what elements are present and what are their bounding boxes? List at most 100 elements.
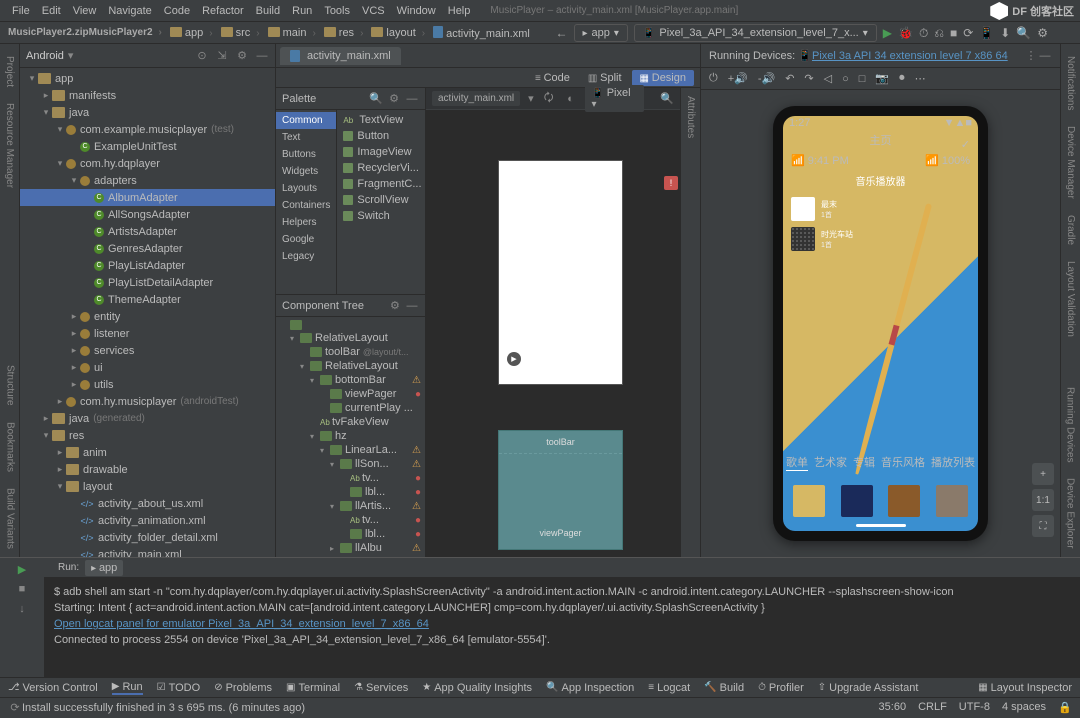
ctree-bottombar[interactable]: ▾bottomBar⚠ [276, 373, 425, 387]
palette-cat-helpers[interactable]: Helpers [276, 214, 336, 231]
run-icon[interactable]: ▶ [883, 26, 892, 40]
emu-home-icon[interactable]: ○ [842, 73, 849, 85]
avd-icon[interactable]: 📱 [979, 26, 994, 40]
palette-hide-icon[interactable]: — [405, 92, 419, 106]
menu-edit[interactable]: Edit [36, 5, 67, 17]
ctree-llson---[interactable]: ▾llSon...⚠ [276, 457, 425, 471]
crumb-res[interactable]: res [320, 27, 368, 39]
ctree-lbl---[interactable]: lbl...● [276, 527, 425, 541]
emu-overview-icon[interactable]: □ [859, 73, 866, 85]
palette-cat-buttons[interactable]: Buttons [276, 146, 336, 163]
bt-app-quality[interactable]: ★App Quality Insights [422, 682, 532, 694]
menu-file[interactable]: File [6, 5, 36, 17]
song-item-1[interactable]: 最末1首 [783, 194, 978, 224]
tree-item-activity-main-xml[interactable]: activity_main.xml [20, 546, 275, 557]
palette-item-scrollview[interactable]: ScrollView [337, 192, 427, 208]
night-icon-icon[interactable]: ◐ [564, 92, 578, 106]
menu-window[interactable]: Window [391, 5, 442, 17]
bt-problems[interactable]: ⊘Problems [214, 682, 272, 694]
tree-item-activity-about-us-xml[interactable]: activity_about_us.xml [20, 495, 275, 512]
run-stop-icon[interactable]: ■ [15, 582, 29, 596]
menu-code[interactable]: Code [158, 5, 196, 17]
tree-item-allsongsadapter[interactable]: AllSongsAdapter [20, 206, 275, 223]
tree-item-playlistdetailadapter[interactable]: PlayListDetailAdapter [20, 274, 275, 291]
tree-item-layout[interactable]: ▾layout [20, 478, 275, 495]
bt-profiler[interactable]: ⏱Profiler [758, 682, 804, 694]
palette-cat-text[interactable]: Text [276, 129, 336, 146]
rail-running-devices[interactable]: Running Devices [1065, 387, 1076, 463]
palette-cat-layouts[interactable]: Layouts [276, 180, 336, 197]
settings-icon[interactable]: ⚙ [235, 49, 249, 63]
zoom-in-icon[interactable]: + [1032, 463, 1054, 485]
album-cover[interactable] [793, 485, 825, 517]
status-cursor[interactable]: 35:60 [879, 701, 907, 715]
settings-icon[interactable]: ⚙ [1037, 26, 1048, 40]
emu-voldown-icon[interactable]: -🔊 [758, 72, 775, 85]
view-design[interactable]: ▦ Design [632, 70, 694, 86]
emu-screenshot-icon[interactable]: 📷 [875, 72, 889, 85]
layout-blueprint[interactable]: toolBar viewPager [498, 430, 623, 550]
run-config-dropdown[interactable]: ▸ app ▾ [574, 24, 628, 42]
editor-tab-active[interactable]: activity_main.xml [280, 47, 401, 65]
tree-item-manifests[interactable]: ▸manifests [20, 87, 275, 104]
tree-item-artistsadapter[interactable]: ArtistsAdapter [20, 223, 275, 240]
status-encoding[interactable]: UTF-8 [959, 701, 990, 715]
tree-item-com-hy-dqplayer[interactable]: ▾com.hy.dqplayer [20, 155, 275, 172]
bt-services[interactable]: ⚗Services [354, 682, 408, 694]
menu-navigate[interactable]: Navigate [102, 5, 157, 17]
bt-run[interactable]: ▶Run [112, 681, 143, 695]
menu-refactor[interactable]: Refactor [196, 5, 250, 17]
status-eol[interactable]: CRLF [918, 701, 947, 715]
run-down-icon[interactable]: ↓ [15, 602, 29, 616]
rail-bookmarks[interactable]: Bookmarks [5, 422, 16, 472]
palette-cat-legacy[interactable]: Legacy [276, 248, 336, 265]
palette-items[interactable]: AbTextViewButtonImageViewRecyclerVi...Fr… [337, 110, 427, 294]
palette-item-button[interactable]: Button [337, 128, 427, 144]
tree-item-listener[interactable]: ▸listener [20, 325, 275, 342]
status-lock-icon[interactable]: 🔒 [1058, 701, 1072, 715]
crumb-main[interactable]: main [264, 27, 320, 39]
song-item-2[interactable]: 时光车站1首 [783, 224, 978, 254]
profile-icon[interactable]: ⏱ [919, 26, 928, 41]
attach-icon[interactable]: ⎌ [934, 26, 944, 41]
ctree-hide-icon[interactable]: — [405, 299, 419, 313]
crumb-file[interactable]: activity_main.xml [429, 26, 534, 40]
run-output[interactable]: $ adb shell am start -n "com.hy.dqplayer… [44, 578, 1080, 677]
rail-notifications[interactable]: Notifications [1065, 56, 1076, 110]
palette-item-recyclervi...[interactable]: RecyclerVi... [337, 160, 427, 176]
menu-view[interactable]: View [67, 5, 103, 17]
tree-item-app[interactable]: ▾app [20, 70, 275, 87]
crumb-layout[interactable]: layout [367, 27, 429, 39]
attributes-rail[interactable]: Attributes [680, 88, 700, 557]
ctree-hz[interactable]: ▾hz [276, 429, 425, 443]
canvas-device-dd[interactable]: 📱 Pixel ▾ [585, 85, 644, 112]
tree-item-com-example-musicplayer[interactable]: ▾com.example.musicplayer(test) [20, 121, 275, 138]
tree-item-java[interactable]: ▸java(generated) [20, 410, 275, 427]
zoom-fit-icon[interactable]: 1:1 [1032, 489, 1054, 511]
rail-device-manager[interactable]: Device Manager [1065, 126, 1076, 199]
palette-item-imageview[interactable]: ImageView [337, 144, 427, 160]
layout-preview-surface[interactable]: ▶ [498, 160, 623, 385]
tree-item-ui[interactable]: ▸ui [20, 359, 275, 376]
bt-todo[interactable]: ☑TODO [157, 682, 201, 694]
palette-cat-common[interactable]: Common [276, 112, 336, 129]
run-tab-app[interactable]: ▸ app [85, 560, 123, 576]
status-sync-icon[interactable]: ⟳ [8, 701, 22, 715]
component-tree[interactable]: ▾RelativeLayouttoolBar@layout/t...▾Relat… [276, 317, 425, 557]
rail-layout-validation[interactable]: Layout Validation [1065, 261, 1076, 337]
tree-item-anim[interactable]: ▸anim [20, 444, 275, 461]
tree-item-genresadapter[interactable]: GenresAdapter [20, 240, 275, 257]
view-split[interactable]: ▥ Split [580, 70, 630, 86]
app-tabs[interactable]: 歌单 艺术家 专辑 音乐风格 播放列表 [783, 454, 978, 471]
rail-device-explorer[interactable]: Device Explorer [1065, 478, 1076, 549]
album-cover[interactable] [936, 485, 968, 517]
search-icon[interactable]: 🔍 [1016, 26, 1031, 40]
emu-more-icon[interactable]: ⋮ [1024, 49, 1038, 63]
ctree-settings-icon[interactable]: ⚙ [388, 298, 402, 312]
tree-item-entity[interactable]: ▸entity [20, 308, 275, 325]
rail-structure[interactable]: Structure [5, 365, 16, 406]
palette-cat-widgets[interactable]: Widgets [276, 163, 336, 180]
ctree-tv---[interactable]: Abtv...● [276, 513, 425, 527]
crumb-root[interactable]: MusicPlayer2.zipMusicPlayer2 [4, 27, 166, 38]
crumb-app[interactable]: app [166, 27, 217, 39]
